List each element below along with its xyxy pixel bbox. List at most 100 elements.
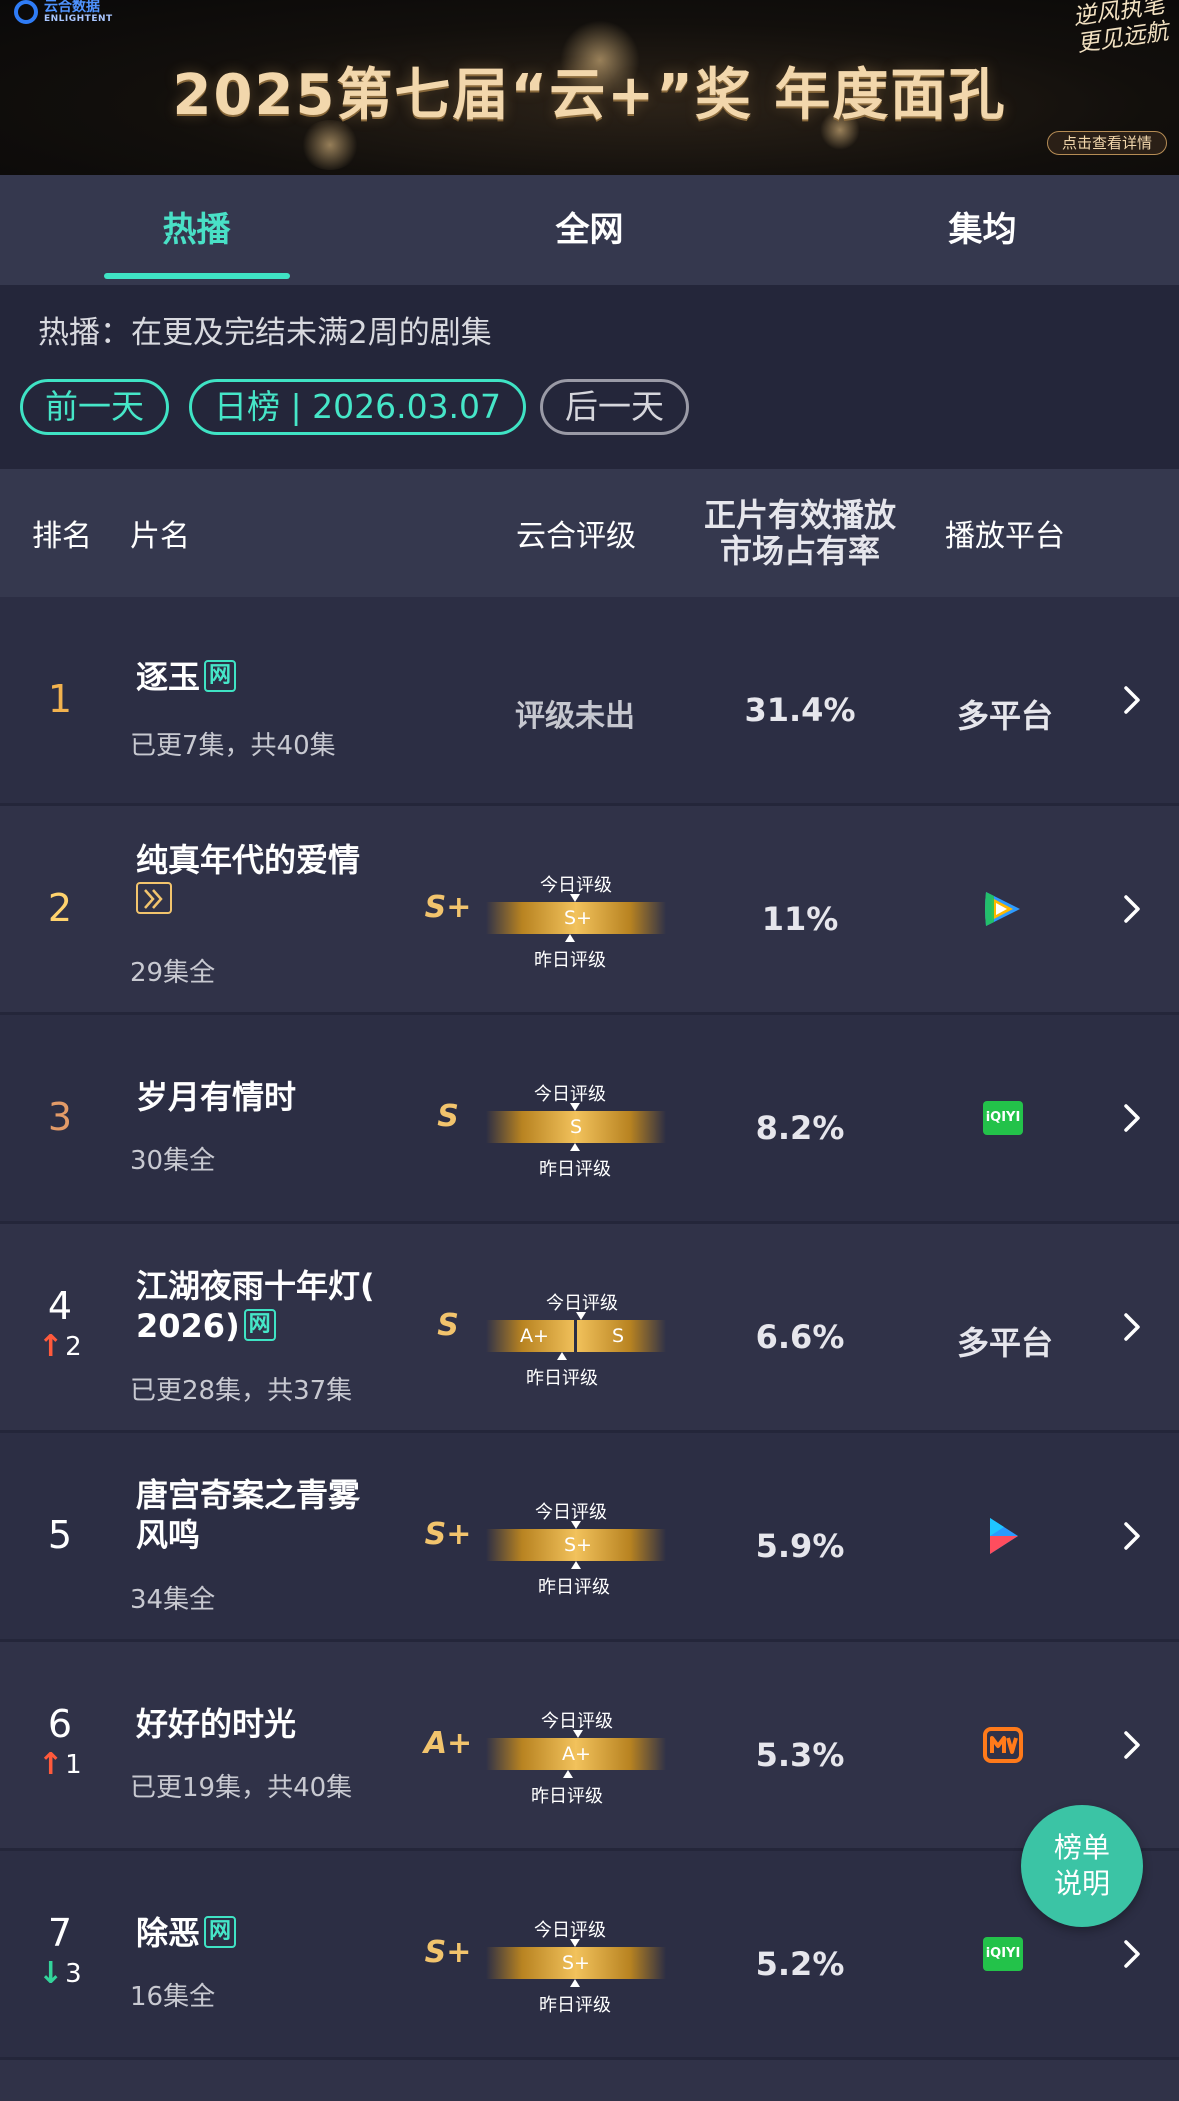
yesterday-marker-icon — [563, 1770, 573, 1778]
rating-bar: A+ S — [486, 1320, 666, 1352]
market-share: 11% — [761, 900, 839, 938]
episode-status: 已更28集，共37集 — [130, 1376, 353, 1406]
header-platform: 播放平台 — [945, 519, 1065, 554]
prev-day-button[interactable]: 前一天 — [20, 379, 169, 435]
header-rating: 云合评级 — [516, 519, 636, 554]
yesterday-marker-icon — [570, 1143, 580, 1151]
episode-status: 30集全 — [130, 1146, 216, 1176]
chevron-right-icon[interactable] — [1118, 1934, 1146, 1974]
table-row[interactable]: 2 纯真年代的爱情 29集全 S+ 今日评级 S+ 昨日评级 11% — [0, 806, 1179, 1012]
tab-hot[interactable]: 热播 — [0, 175, 393, 285]
table-row[interactable]: 7 ↓ 3 除恶网 16集全 S+ 今日评级 S+ 昨日评级 5.2% iQIY… — [0, 1851, 1179, 2057]
chevron-right-icon[interactable] — [1118, 1307, 1146, 1347]
show-title: 岁月有情时 — [136, 1078, 297, 1116]
market-share: 31.4% — [744, 691, 856, 729]
logo-en: ENLIGHTENT — [44, 14, 113, 24]
ranking-info-line1: 榜单 — [1053, 1831, 1110, 1864]
rating-bar: S — [486, 1111, 666, 1143]
web-series-badge: 网 — [204, 1916, 237, 1948]
today-grade: S+ — [564, 907, 592, 929]
rank-change: ↓ 3 — [38, 1956, 98, 1991]
arrow-down-icon: ↓ — [38, 1956, 64, 1991]
market-share: 8.2% — [755, 1109, 845, 1147]
platform-label: 多平台 — [956, 697, 1053, 735]
chevron-right-icon[interactable] — [1118, 889, 1146, 929]
chevron-right-icon[interactable] — [1118, 1516, 1146, 1556]
current-grade: S — [437, 1099, 459, 1134]
header-share-line2: 市场占有率 — [719, 532, 880, 570]
today-marker-icon — [571, 1521, 581, 1529]
brand-logo: 云合数据 ENLIGHTENT — [14, 0, 113, 24]
table-row[interactable]: 4 ↑ 2 江湖夜雨十年灯( 2026) 网 已更28集，共37集 S 今日评级 … — [0, 1224, 1179, 1430]
web-series-badge: 网 — [243, 1309, 276, 1341]
table-row[interactable]: 1 逐玉网 已更7集，共40集 评级未出 31.4% 多平台 — [0, 597, 1179, 803]
episode-status: 16集全 — [130, 1982, 216, 2012]
filter-description: 热播：在更及完结未满2周的剧集 — [38, 315, 492, 351]
arrow-up-icon: ↑ — [38, 1747, 64, 1782]
episode-status: 34集全 — [130, 1585, 216, 1615]
today-marker-icon — [570, 1939, 580, 1947]
rank-number: 6 — [47, 1702, 73, 1746]
show-title-line1: 唐宫奇案之青雾 — [136, 1476, 361, 1514]
show-title: 唐宫奇案之青雾 风鸣 — [136, 1475, 396, 1555]
tab-per-episode[interactable]: 集均 — [786, 175, 1179, 285]
current-grade: A+ — [423, 1726, 473, 1761]
table-header: 排名 片名 云合评级 正片有效播放 市场占有率 播放平台 — [0, 469, 1179, 597]
show-title-line2: 2026) — [136, 1307, 240, 1345]
youku-icon — [990, 1518, 1018, 1554]
rating-bar: S+ — [486, 902, 666, 934]
show-title-text: 除恶 — [136, 1914, 201, 1952]
tab-all-network[interactable]: 全网 — [393, 175, 786, 285]
today-grade: S+ — [562, 1952, 590, 1974]
market-share: 6.6% — [755, 1318, 845, 1356]
yesterday-rating-label: 昨日评级 — [538, 1577, 610, 1598]
tencent-video-icon — [985, 892, 1020, 926]
rating-divider — [574, 1320, 577, 1352]
today-grade: A+ — [562, 1743, 591, 1765]
iqiyi-icon-label: iQIYI — [983, 1937, 1023, 1971]
table-row[interactable]: 3 岁月有情时 30集全 S 今日评级 S 昨日评级 8.2% iQIYI — [0, 1015, 1179, 1221]
chevron-right-icon[interactable] — [1118, 1098, 1146, 1138]
table-row[interactable]: 5 唐宫奇案之青雾 风鸣 34集全 S+ 今日评级 S+ 昨日评级 5.9% — [0, 1433, 1179, 1639]
banner-title: 2025第七届“云+”奖 年度面孔 — [172, 63, 1007, 128]
rank-number: 2 — [47, 886, 73, 930]
chevron-right-icon[interactable] — [1118, 680, 1146, 720]
show-title-text: 逐玉 — [136, 658, 201, 696]
view-detail-button[interactable]: 点击查看详情 — [1046, 131, 1167, 155]
show-title: 除恶网 — [136, 1913, 396, 1953]
rank-number: 7 — [47, 1911, 73, 1955]
current-grade: S+ — [424, 890, 472, 925]
rank-change: ↑ 2 — [38, 1329, 98, 1364]
rank-number: 4 — [47, 1284, 73, 1328]
filter-bar: 热播：在更及完结未满2周的剧集 前一天 日榜 | 2026.03.07 后一天 — [0, 285, 1179, 469]
rank-change: ↑ 1 — [38, 1747, 98, 1782]
yesterday-rating-label: 昨日评级 — [531, 1786, 603, 1807]
rating-bar: A+ — [486, 1738, 666, 1770]
rating-bar: S+ — [486, 1529, 666, 1561]
show-title: 好好的时光 — [136, 1705, 297, 1743]
today-marker-icon — [573, 1730, 583, 1738]
market-share: 5.9% — [755, 1527, 845, 1565]
market-share: 5.3% — [755, 1736, 845, 1774]
today-marker-icon — [570, 894, 580, 902]
yesterday-grade: A+ — [520, 1325, 549, 1347]
rating-bar: S+ — [486, 1947, 666, 1979]
play-badge-icon — [136, 882, 172, 914]
logo-ring-icon — [14, 0, 38, 24]
show-title-line1: 江湖夜雨十年灯( — [136, 1267, 375, 1305]
episode-status: 已更19集，共40集 — [130, 1773, 353, 1803]
rank-number: 3 — [47, 1095, 73, 1139]
today-marker-icon — [570, 1103, 580, 1111]
ranking-info-button[interactable]: 榜单 说明 — [1021, 1805, 1143, 1927]
table-row[interactable] — [0, 2060, 1179, 2101]
rating-pending: 评级未出 — [515, 699, 635, 734]
next-day-button[interactable]: 后一天 — [540, 379, 689, 435]
yesterday-rating-label: 昨日评级 — [526, 1368, 598, 1389]
episode-status: 已更7集，共40集 — [130, 731, 336, 761]
date-selector[interactable]: 日榜 | 2026.03.07 — [189, 379, 527, 435]
table-row[interactable]: 6 ↑ 1 好好的时光 已更19集，共40集 A+ 今日评级 A+ 昨日评级 5… — [0, 1642, 1179, 1848]
ranking-tabs: 热播 全网 集均 — [0, 175, 1179, 285]
today-grade: S+ — [564, 1534, 592, 1556]
award-banner[interactable]: 云合数据 ENLIGHTENT 2025第七届“云+”奖 年度面孔 逆风执笔 更… — [0, 0, 1179, 175]
chevron-right-icon[interactable] — [1118, 1725, 1146, 1765]
